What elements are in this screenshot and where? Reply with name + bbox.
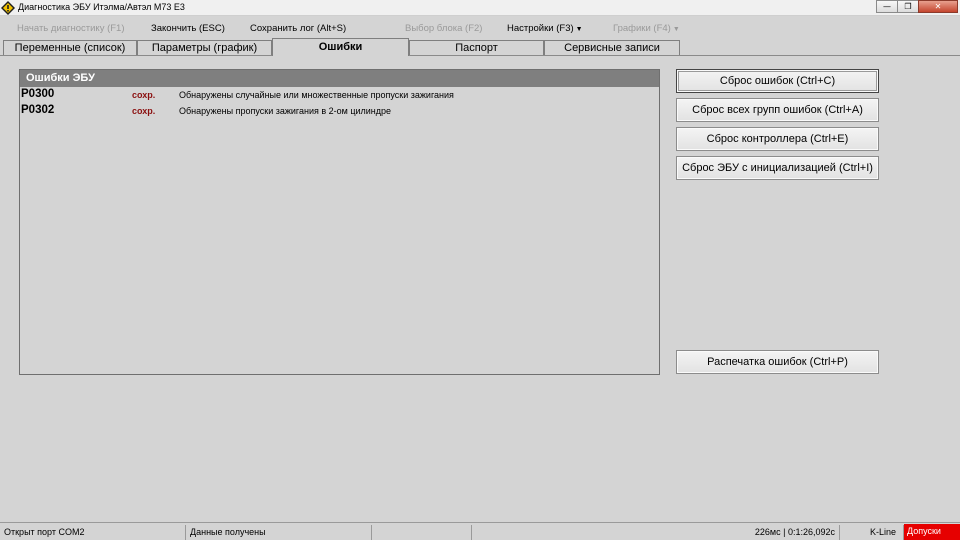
reset-errors-button[interactable]: Сброс ошибок (Ctrl+C) <box>676 69 879 93</box>
panel-title: Ошибки ЭБУ <box>20 70 659 87</box>
menu-settings[interactable]: Настройки (F3) ▼ <box>507 23 583 34</box>
status-timing: 226мс | 0:1:26,092с <box>472 525 840 540</box>
error-state: сохр. <box>132 106 156 116</box>
menu-save-log[interactable]: Сохранить лог (Alt+S) <box>250 23 346 34</box>
tab-parameters-graph[interactable]: Параметры (график) <box>137 40 272 56</box>
tab-errors[interactable]: Ошибки <box>272 38 409 56</box>
menu-select-block[interactable]: Выбор блока (F2) <box>405 23 482 34</box>
status-data: Данные получены <box>186 525 372 540</box>
status-port: Открыт порт COM2 <box>0 525 186 540</box>
reset-ecu-init-button[interactable]: Сброс ЭБУ с инициализацией (Ctrl+I) <box>676 156 879 180</box>
status-line: K-Line <box>840 525 904 540</box>
tab-service-records[interactable]: Сервисные записи <box>544 40 680 56</box>
title-bar: Диагностика ЭБУ Итэлма/Автэл М73 Е3 — ❐ … <box>0 0 960 16</box>
menu-start-diagnostics[interactable]: Начать диагностику (F1) <box>17 23 125 34</box>
error-state: сохр. <box>132 90 156 100</box>
error-code: P0300 <box>21 88 55 100</box>
list-item[interactable]: P0302 сохр. Обнаружены пропуски зажигани… <box>20 103 659 119</box>
reset-all-groups-button[interactable]: Сброс всех групп ошибок (Ctrl+A) <box>676 98 879 122</box>
restore-icon[interactable]: ❐ <box>897 0 919 13</box>
list-item[interactable]: P0300 сохр. Обнаружены случайные или мно… <box>20 87 659 103</box>
minimize-icon[interactable]: — <box>876 0 898 13</box>
error-code: P0302 <box>21 104 55 116</box>
status-alarm-badge: Допуски <box>904 524 960 540</box>
reset-controller-button[interactable]: Сброс контроллера (Ctrl+E) <box>676 127 879 151</box>
status-bar: Открыт порт COM2 Данные получены 226мс |… <box>0 522 960 540</box>
window-title: Диагностика ЭБУ Итэлма/Автэл М73 Е3 <box>18 2 185 12</box>
close-icon[interactable]: ✕ <box>918 0 958 13</box>
window-controls: — ❐ ✕ <box>876 0 958 14</box>
chevron-down-icon: ▼ <box>672 26 680 33</box>
tab-divider <box>0 55 960 56</box>
tab-bar: Переменные (список) Параметры (график) О… <box>0 38 960 56</box>
menu-settings-label: Настройки (F3) <box>507 23 574 34</box>
error-description: Обнаружены случайные или множественные п… <box>179 90 454 100</box>
yellow-diamond-icon <box>1 1 15 15</box>
menu-graphs-label: Графики (F4) <box>613 23 671 34</box>
menu-bar: Начать диагностику (F1) Закончить (ESC) … <box>0 16 960 38</box>
tab-variables-list[interactable]: Переменные (список) <box>3 40 137 56</box>
error-description: Обнаружены пропуски зажигания в 2-ом цил… <box>179 106 392 116</box>
print-errors-button[interactable]: Распечатка ошибок (Ctrl+P) <box>676 350 879 374</box>
status-empty <box>372 525 472 540</box>
menu-graphs[interactable]: Графики (F4) ▼ <box>613 23 680 34</box>
chevron-down-icon: ▼ <box>575 26 583 33</box>
ecu-errors-panel: Ошибки ЭБУ P0300 сохр. Обнаружены случай… <box>19 69 660 375</box>
tab-passport[interactable]: Паспорт <box>409 40 544 56</box>
menu-finish[interactable]: Закончить (ESC) <box>151 23 225 34</box>
